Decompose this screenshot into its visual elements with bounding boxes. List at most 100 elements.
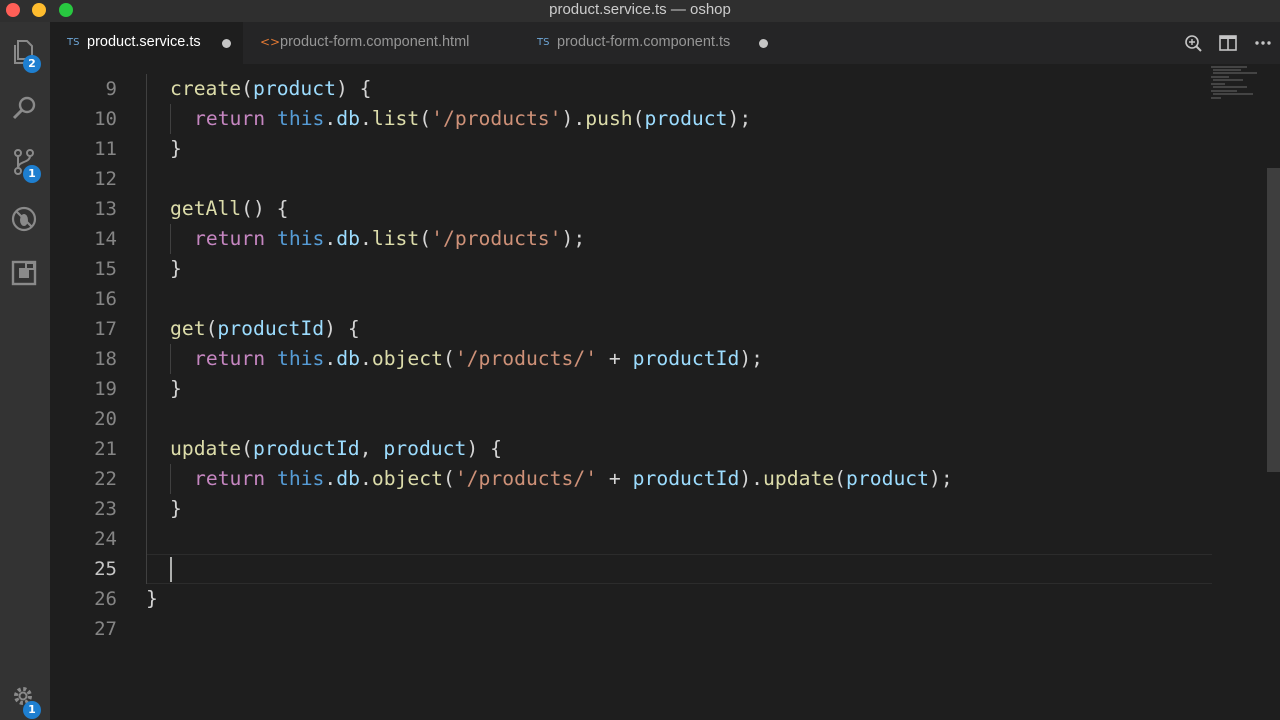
- code-token: db: [336, 107, 360, 130]
- search-icon: [12, 96, 36, 120]
- tab-bar: TS product.service.ts <> product-form.co…: [50, 22, 1280, 64]
- code-token: product: [252, 77, 336, 100]
- split-editor-icon[interactable]: [1218, 33, 1238, 53]
- code-token: list: [371, 227, 420, 250]
- code-token: return: [194, 107, 266, 130]
- line-number: 11: [94, 138, 117, 160]
- code-token: db: [336, 347, 360, 370]
- code-token: () {: [241, 197, 289, 220]
- code-line: return this.db.list('/products').push(pr…: [194, 104, 751, 134]
- code-token: +: [597, 467, 633, 490]
- code-token: (: [419, 227, 432, 250]
- code-token: (: [205, 317, 218, 340]
- code-token: );: [727, 107, 752, 130]
- code-token: db: [336, 227, 360, 250]
- code-token: '/products': [431, 227, 562, 250]
- typescript-file-icon: TS: [537, 37, 550, 48]
- code-token: create: [170, 77, 242, 100]
- code-token: productId: [632, 467, 740, 490]
- more-actions-icon[interactable]: [1253, 33, 1273, 53]
- code-token: .: [359, 227, 372, 250]
- code-line: }: [170, 494, 182, 524]
- window-title: product.service.ts — oshop: [549, 1, 731, 18]
- code-token: productId: [217, 317, 325, 340]
- code-editor[interactable]: 9 10 11 12 13 14 15 16 17 18 19 20 21 22 23 24 25 26 27 cr…: [50, 64, 1280, 720]
- code-token: (: [442, 347, 455, 370]
- activity-settings[interactable]: 1: [0, 672, 50, 720]
- code-token: this: [276, 467, 325, 490]
- tab-product-form-component-html[interactable]: <> product-form.component.html: [247, 22, 519, 64]
- activity-explorer[interactable]: 2: [0, 26, 50, 76]
- code-token: product: [383, 437, 467, 460]
- code-token: get: [170, 317, 206, 340]
- code-token: }: [170, 377, 182, 400]
- code-token: '/products/': [454, 467, 598, 490]
- activity-search[interactable]: [0, 82, 50, 132]
- tab-product-service-ts[interactable]: TS product.service.ts: [50, 22, 243, 64]
- line-number: 15: [94, 258, 117, 280]
- code-token: this: [276, 347, 325, 370]
- tab-product-form-component-ts[interactable]: TS product-form.component.ts: [524, 22, 782, 64]
- text-cursor: [170, 557, 172, 582]
- code-token: getAll: [170, 197, 242, 220]
- code-line: return this.db.object('/products/' + pro…: [194, 344, 763, 374]
- code-token: (: [632, 107, 645, 130]
- code-token: (: [419, 107, 432, 130]
- code-token: ).: [739, 467, 764, 490]
- line-number: 13: [94, 198, 117, 220]
- line-number: 23: [94, 498, 117, 520]
- code-token: .: [324, 347, 337, 370]
- indent-guide: [170, 344, 171, 374]
- unsaved-dot-icon[interactable]: [759, 39, 768, 48]
- line-number: 24: [94, 528, 117, 550]
- line-number: 16: [94, 288, 117, 310]
- code-token: );: [739, 347, 764, 370]
- code-token: );: [929, 467, 953, 490]
- debug-icon: [11, 206, 37, 232]
- code-token: ) {: [466, 437, 502, 460]
- indent-guide: [170, 224, 171, 254]
- typescript-file-icon: TS: [67, 37, 80, 48]
- title-bar: product.service.ts — oshop: [0, 0, 1280, 22]
- minimap[interactable]: [1207, 64, 1267, 104]
- line-number: 19: [94, 378, 117, 400]
- code-token: (: [834, 467, 847, 490]
- indent-guide: [170, 464, 171, 494]
- activity-bar: 2 1 1: [0, 22, 50, 720]
- tab-label: product-form.component.ts: [557, 34, 731, 50]
- activity-debug[interactable]: [0, 194, 50, 244]
- code-area[interactable]: create(product) {return this.db.list('/p…: [146, 64, 1226, 720]
- code-token: this: [276, 227, 325, 250]
- line-number: 26: [94, 588, 117, 610]
- code-token: return: [194, 227, 266, 250]
- code-line: getAll() {: [170, 194, 289, 224]
- code-token: object: [371, 467, 443, 490]
- tab-label: product-form.component.html: [280, 34, 470, 50]
- code-token: }: [170, 497, 182, 520]
- unsaved-dot-icon[interactable]: [222, 39, 231, 48]
- code-token: this: [276, 107, 325, 130]
- activity-source-control[interactable]: 1: [0, 136, 50, 186]
- code-token: product: [846, 467, 930, 490]
- line-number: 18: [94, 348, 117, 370]
- code-line: get(productId) {: [170, 314, 360, 344]
- code-token: ).: [561, 107, 586, 130]
- line-number: 12: [94, 168, 117, 190]
- line-number: 21: [94, 438, 117, 460]
- activity-extensions[interactable]: [0, 248, 50, 298]
- code-line: return this.db.object('/products/' + pro…: [194, 464, 953, 494]
- open-changes-icon[interactable]: [1183, 33, 1203, 53]
- code-token: push: [585, 107, 633, 130]
- code-line: return this.db.list('/products');: [194, 224, 585, 254]
- code-line: }: [170, 374, 182, 404]
- code-token: product: [644, 107, 728, 130]
- code-token: (: [442, 467, 455, 490]
- code-token: '/products': [431, 107, 562, 130]
- scrollbar-thumb[interactable]: [1267, 168, 1280, 472]
- line-number: 9: [105, 78, 117, 100]
- code-token: .: [324, 227, 337, 250]
- tab-label: product.service.ts: [87, 34, 201, 50]
